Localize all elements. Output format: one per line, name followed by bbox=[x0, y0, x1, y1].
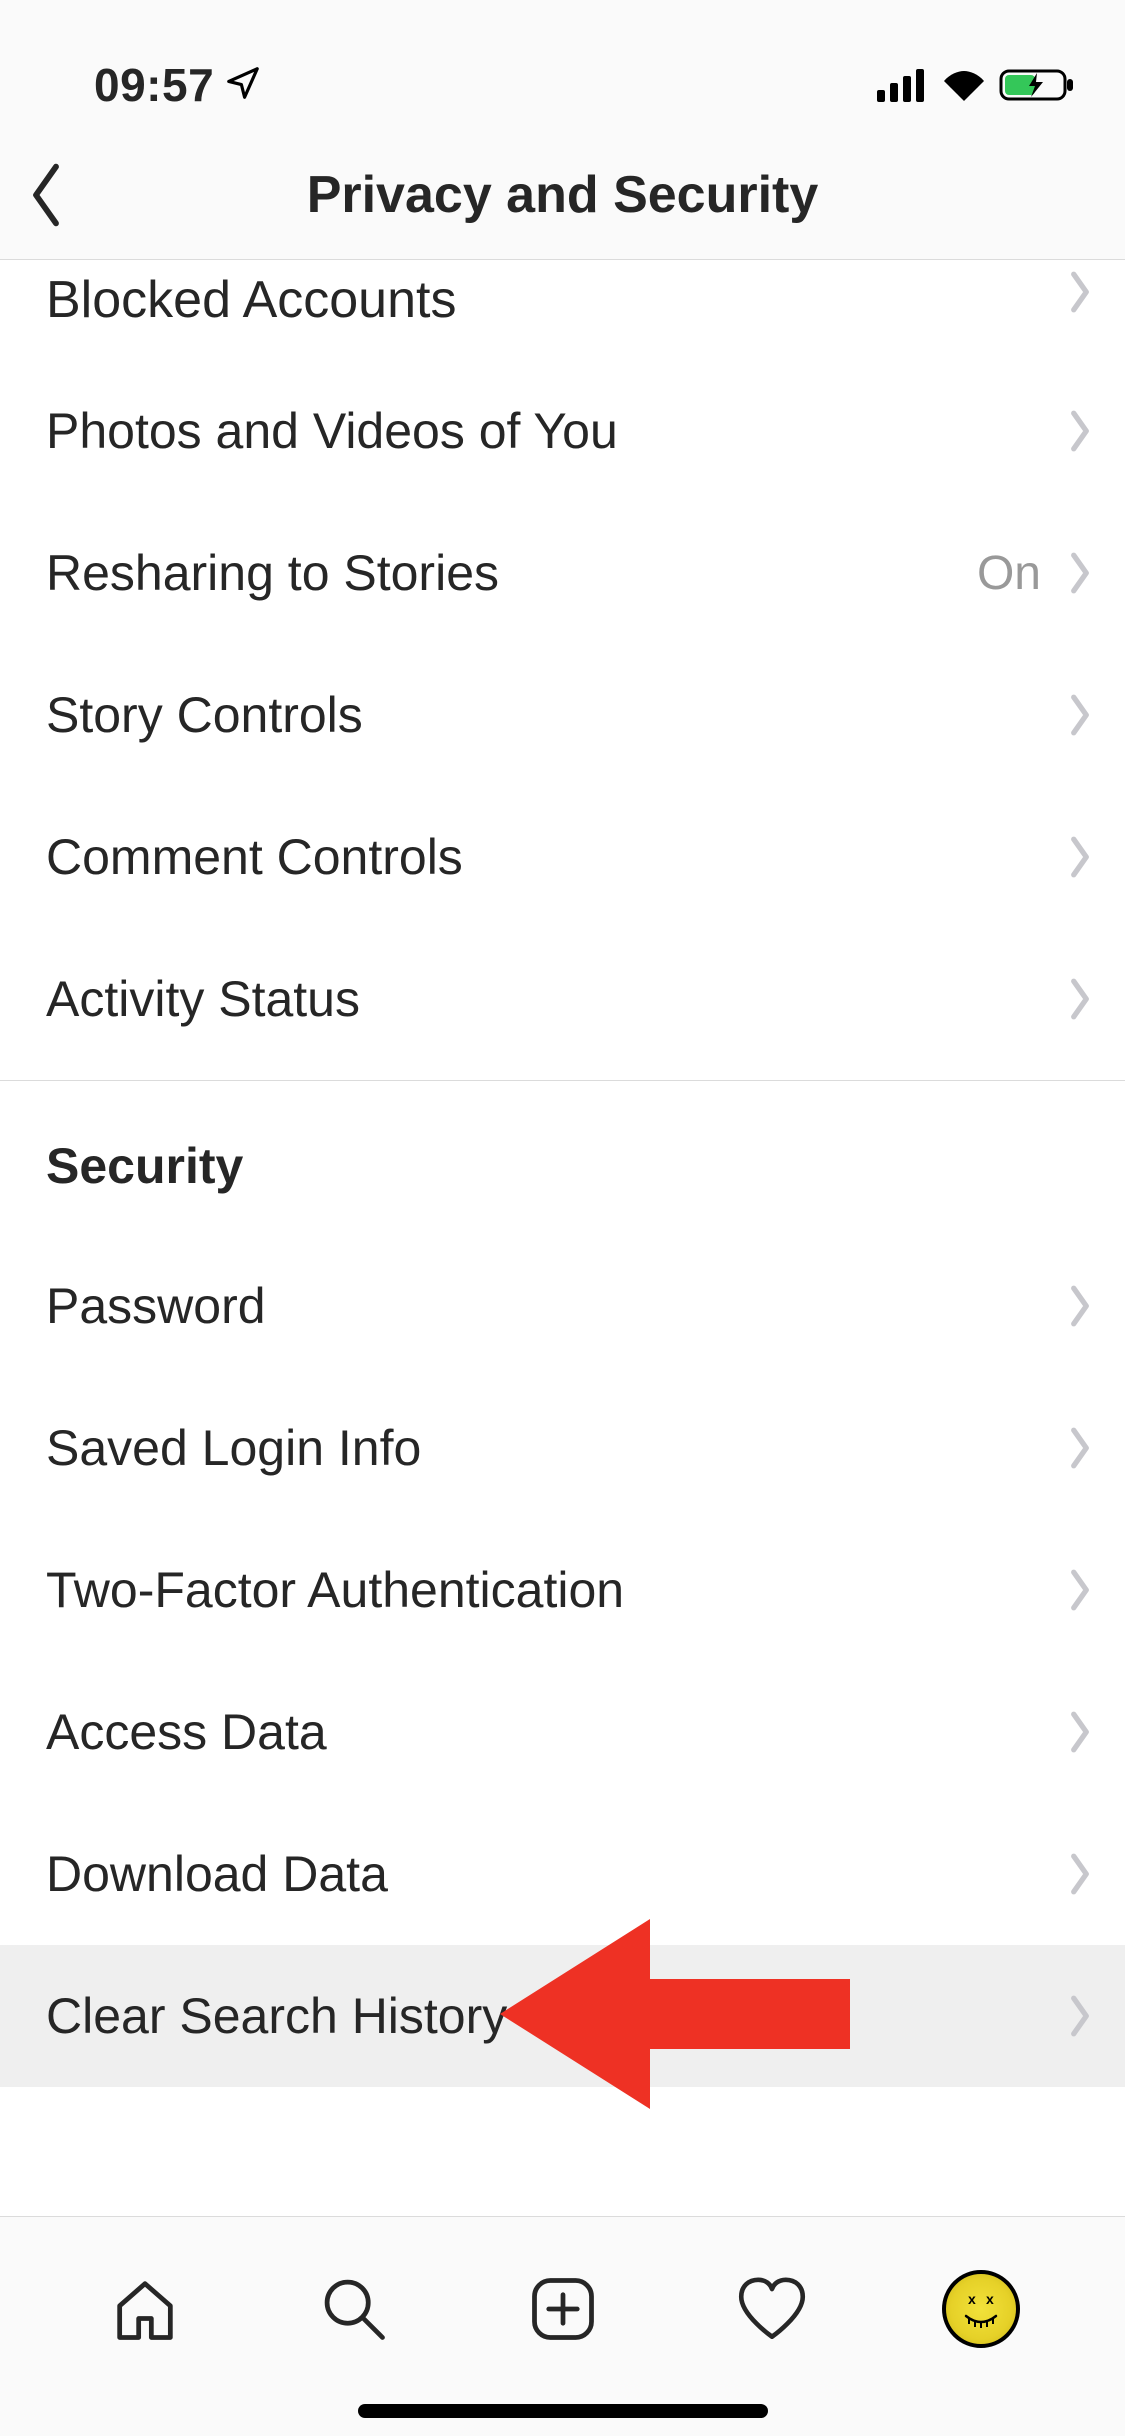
row-activity-status[interactable]: Activity Status bbox=[0, 928, 1125, 1070]
tab-bar: x x bbox=[0, 2216, 1125, 2436]
home-indicator[interactable] bbox=[0, 2386, 1125, 2436]
chevron-right-icon bbox=[1067, 1284, 1093, 1328]
row-value: On bbox=[977, 546, 1041, 601]
tab-add[interactable] bbox=[503, 2249, 623, 2369]
status-right bbox=[877, 67, 1081, 103]
plus-square-icon bbox=[525, 2271, 601, 2347]
row-label: Resharing to Stories bbox=[46, 544, 499, 602]
row-download-data[interactable]: Download Data bbox=[0, 1803, 1125, 1945]
row-label: Password bbox=[46, 1277, 266, 1335]
wifi-icon bbox=[939, 67, 989, 103]
section-header-security: Security bbox=[0, 1081, 1125, 1235]
status-left: 09:57 bbox=[44, 58, 262, 112]
row-access-data[interactable]: Access Data bbox=[0, 1661, 1125, 1803]
home-icon bbox=[107, 2271, 183, 2347]
svg-text:x: x bbox=[968, 2291, 976, 2307]
tab-activity[interactable] bbox=[712, 2249, 832, 2369]
row-password[interactable]: Password bbox=[0, 1235, 1125, 1377]
chevron-right-icon bbox=[1067, 270, 1093, 314]
cellular-signal-icon bbox=[877, 68, 929, 102]
chevron-right-icon bbox=[1067, 835, 1093, 879]
status-time: 09:57 bbox=[44, 58, 214, 112]
status-bar: 09:57 bbox=[0, 0, 1125, 130]
row-photos-videos[interactable]: Photos and Videos of You bbox=[0, 360, 1125, 502]
chevron-right-icon bbox=[1067, 1426, 1093, 1470]
chevron-right-icon bbox=[1067, 693, 1093, 737]
svg-text:x: x bbox=[986, 2291, 994, 2307]
tab-search[interactable] bbox=[294, 2249, 414, 2369]
tab-home[interactable] bbox=[85, 2249, 205, 2369]
row-two-factor-auth[interactable]: Two-Factor Authentication bbox=[0, 1519, 1125, 1661]
row-story-controls[interactable]: Story Controls bbox=[0, 644, 1125, 786]
settings-content[interactable]: Blocked Accounts Photos and Videos of Yo… bbox=[0, 260, 1125, 2216]
back-button[interactable] bbox=[26, 130, 116, 259]
row-label: Access Data bbox=[46, 1703, 327, 1761]
row-label: Saved Login Info bbox=[46, 1419, 421, 1477]
row-comment-controls[interactable]: Comment Controls bbox=[0, 786, 1125, 928]
row-label: Two-Factor Authentication bbox=[46, 1561, 624, 1619]
row-resharing-stories[interactable]: Resharing to Stories On bbox=[0, 502, 1125, 644]
chevron-right-icon bbox=[1067, 977, 1093, 1021]
profile-avatar-icon: x x bbox=[942, 2270, 1020, 2348]
row-clear-search-history[interactable]: Clear Search History bbox=[0, 1945, 1125, 2087]
nav-header: Privacy and Security bbox=[0, 130, 1125, 260]
row-label: Blocked Accounts bbox=[46, 270, 456, 330]
row-label: Clear Search History bbox=[46, 1987, 507, 2045]
page-title: Privacy and Security bbox=[307, 165, 819, 225]
chevron-right-icon bbox=[1067, 1852, 1093, 1896]
chevron-left-icon bbox=[26, 160, 66, 230]
chevron-right-icon bbox=[1067, 409, 1093, 453]
battery-charging-icon bbox=[999, 67, 1077, 103]
row-label: Story Controls bbox=[46, 686, 363, 744]
location-services-icon bbox=[224, 64, 262, 107]
chevron-right-icon bbox=[1067, 551, 1093, 595]
chevron-right-icon bbox=[1067, 1994, 1093, 2038]
row-label: Download Data bbox=[46, 1845, 388, 1903]
row-label: Activity Status bbox=[46, 970, 360, 1028]
heart-icon bbox=[732, 2271, 812, 2347]
row-saved-login-info[interactable]: Saved Login Info bbox=[0, 1377, 1125, 1519]
chevron-right-icon bbox=[1067, 1710, 1093, 1754]
search-icon bbox=[316, 2271, 392, 2347]
row-label: Photos and Videos of You bbox=[46, 402, 618, 460]
chevron-right-icon bbox=[1067, 1568, 1093, 1612]
row-blocked-accounts[interactable]: Blocked Accounts bbox=[0, 260, 1125, 360]
tab-profile[interactable]: x x bbox=[921, 2249, 1041, 2369]
row-label: Comment Controls bbox=[46, 828, 463, 886]
